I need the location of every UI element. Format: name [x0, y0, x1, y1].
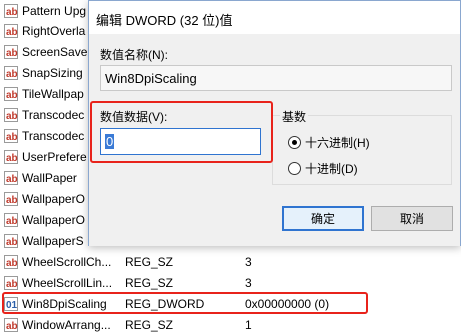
base-label: 基数 — [280, 108, 309, 125]
svg-text:ab: ab — [6, 216, 18, 227]
dec-radio-label: 十进制(D) — [305, 162, 358, 176]
reg-binary-value-icon: ab — [4, 66, 18, 80]
value-name-label: 数值名称(N): — [100, 48, 168, 62]
svg-text:ab: ab — [6, 279, 18, 290]
svg-text:ab: ab — [6, 258, 18, 269]
edit-dword-dialog: 编辑 DWORD (32 位)值 数值名称(N): Win8DpiScaling… — [88, 0, 461, 246]
registry-row[interactable]: ab WindowArrang... REG_SZ 1 — [0, 316, 461, 333]
registry-row-name: UserPrefere — [22, 150, 87, 164]
reg-binary-value-icon: ab — [4, 192, 18, 206]
registry-row-name: Transcodec — [22, 129, 85, 143]
hex-radio-label: 十六进制(H) — [305, 136, 370, 150]
registry-row-name: WallpaperS — [22, 234, 84, 248]
registry-row-name: WallpaperO — [22, 192, 85, 206]
registry-row-name: Transcodec — [22, 108, 85, 122]
hex-radio[interactable]: 十六进制(H) — [288, 134, 370, 151]
hex-radio-circle[interactable] — [288, 136, 301, 149]
reg-binary-value-icon: ab — [4, 45, 18, 59]
cancel-button-label: 取消 — [399, 212, 424, 226]
value-data-highlight — [90, 101, 273, 163]
svg-text:ab: ab — [6, 132, 18, 143]
registry-row[interactable]: ab WheelScrollLin... REG_SZ 3 — [0, 274, 461, 292]
svg-text:ab: ab — [6, 27, 18, 38]
dialog-titlebar[interactable]: 编辑 DWORD (32 位)值 — [89, 1, 460, 34]
svg-text:ab: ab — [6, 195, 18, 206]
registry-row-name: TileWallpap — [22, 87, 84, 101]
dec-radio[interactable]: 十进制(D) — [288, 160, 358, 177]
win8dpiscaling-highlight — [2, 292, 368, 314]
registry-row-data: 3 — [245, 255, 252, 269]
reg-binary-value-icon: ab — [4, 276, 18, 290]
registry-row-name: WindowArrang... — [22, 318, 111, 332]
registry-row-type: REG_SZ — [125, 318, 174, 332]
svg-text:ab: ab — [6, 48, 18, 59]
reg-binary-value-icon: ab — [4, 4, 18, 18]
reg-binary-value-icon: ab — [4, 171, 18, 185]
registry-row-data: 3 — [245, 276, 252, 290]
reg-binary-value-icon: ab — [4, 108, 18, 122]
registry-row[interactable]: ab WheelScrollCh... REG_SZ 3 — [0, 253, 461, 271]
value-name-field[interactable]: Win8DpiScaling — [100, 65, 452, 91]
svg-text:ab: ab — [6, 153, 18, 164]
dec-radio-circle[interactable] — [288, 162, 301, 175]
reg-binary-value-icon: ab — [4, 87, 18, 101]
reg-binary-value-icon: ab — [4, 255, 18, 269]
registry-row-data: 1 — [245, 318, 252, 332]
registry-row-name: WallpaperO — [22, 213, 85, 227]
registry-row-name: WheelScrollCh... — [22, 255, 112, 269]
registry-row-name: ScreenSave — [22, 45, 88, 59]
dialog-title: 编辑 DWORD (32 位)值 — [96, 13, 233, 28]
reg-binary-value-icon: ab — [4, 129, 18, 143]
registry-row-type: REG_SZ — [125, 255, 174, 269]
svg-text:ab: ab — [6, 69, 18, 80]
ok-button-label: 确定 — [310, 212, 335, 226]
svg-text:ab: ab — [6, 90, 18, 101]
svg-text:ab: ab — [6, 174, 18, 185]
registry-row-name: Pattern Upg — [22, 4, 87, 18]
cancel-button[interactable]: 取消 — [371, 206, 453, 231]
registry-row-type: REG_SZ — [125, 276, 174, 290]
value-name-text: Win8DpiScaling — [105, 70, 197, 86]
dialog-body: 数值名称(N): Win8DpiScaling 数值数据(V): 0 基数 十六… — [89, 34, 460, 246]
reg-binary-value-icon: ab — [4, 24, 18, 38]
reg-binary-value-icon: ab — [4, 213, 18, 227]
ok-button[interactable]: 确定 — [282, 206, 364, 231]
svg-text:ab: ab — [6, 7, 18, 18]
reg-binary-value-icon: ab — [4, 150, 18, 164]
registry-row-name: SnapSizing — [22, 66, 83, 80]
reg-binary-value-icon: ab — [4, 318, 18, 332]
svg-text:ab: ab — [6, 321, 18, 332]
registry-row-name: WheelScrollLin... — [22, 276, 113, 290]
registry-row-name: RightOverla — [22, 24, 86, 38]
reg-binary-value-icon: ab — [4, 234, 18, 248]
registry-row-name: WallPaper — [22, 171, 77, 185]
svg-text:ab: ab — [6, 111, 18, 122]
svg-text:ab: ab — [6, 237, 18, 248]
